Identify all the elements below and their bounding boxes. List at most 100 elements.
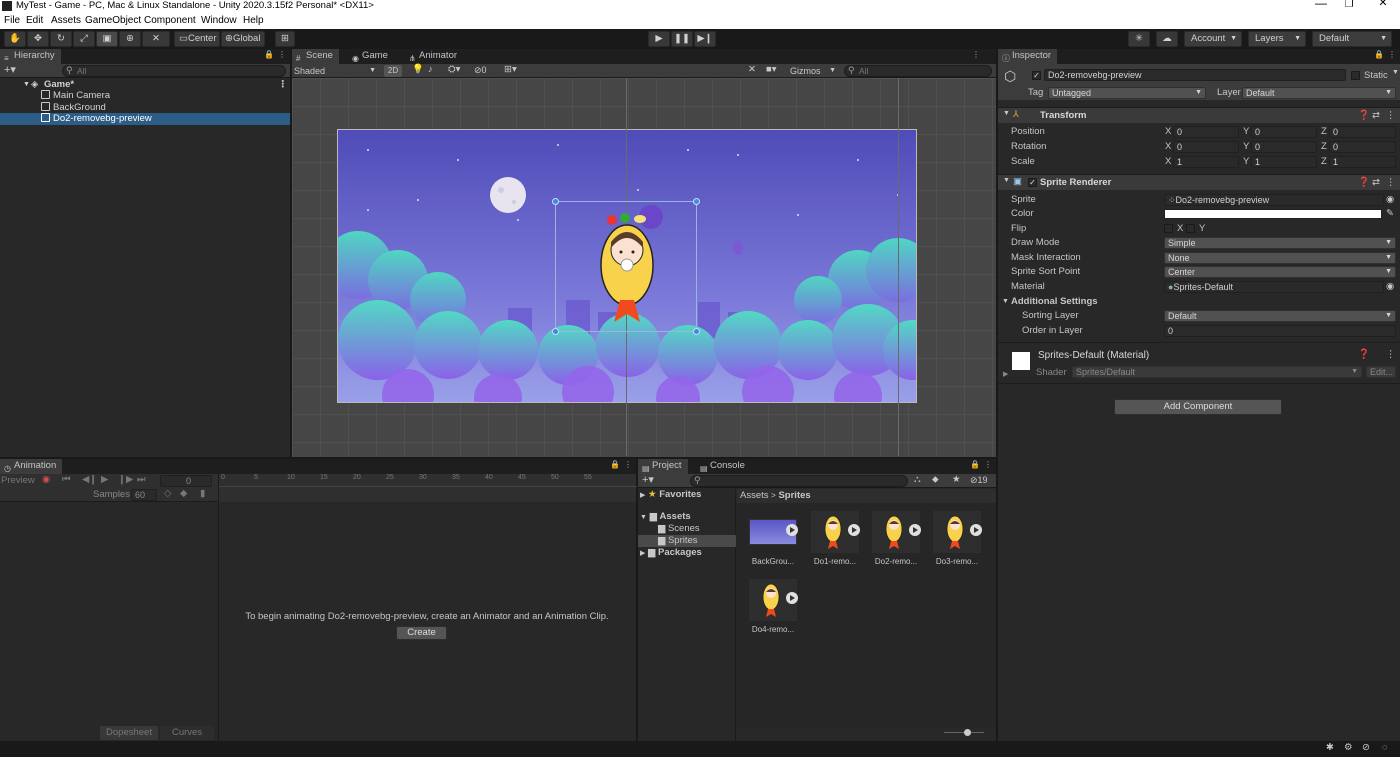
- tab-animator[interactable]: ⋔ Animator: [405, 49, 463, 64]
- record-icon[interactable]: ◉: [42, 474, 50, 485]
- sprite-field[interactable]: ⁘Do2-removebg-preview: [1164, 194, 1384, 206]
- menu-component[interactable]: Component: [144, 15, 196, 26]
- frame-field[interactable]: 0: [160, 475, 212, 487]
- asset-item[interactable]: Do1-remo...: [807, 511, 863, 575]
- menu-gameobject[interactable]: GameObject: [85, 15, 141, 26]
- tab-project[interactable]: ▤ Project: [638, 459, 688, 474]
- add-plus-icon[interactable]: +▾: [4, 64, 16, 76]
- pivot-space-button[interactable]: ⊕Global: [221, 31, 265, 47]
- tab-hierarchy[interactable]: ≡ Hierarchy: [0, 49, 61, 64]
- expand-play-icon[interactable]: [909, 524, 921, 536]
- audio-icon[interactable]: ♪: [428, 64, 433, 75]
- hidden-objects-icon[interactable]: ⊘0: [474, 65, 487, 76]
- expand-play-icon[interactable]: [786, 524, 798, 536]
- snap-grid-icon[interactable]: ⊞: [275, 31, 295, 47]
- project-search-input[interactable]: ⚲: [690, 475, 908, 487]
- progress-icon[interactable]: ◌: [1382, 742, 1388, 753]
- object-picker-icon[interactable]: ◉: [1386, 280, 1394, 294]
- scale-z-field[interactable]: 1: [1329, 156, 1396, 168]
- kebab-menu-icon[interactable]: ⋮: [1386, 349, 1396, 360]
- eyedropper-icon[interactable]: ✎: [1386, 207, 1394, 221]
- resize-handle[interactable]: [693, 198, 700, 205]
- breadcrumb-sprites[interactable]: Sprites: [778, 490, 810, 501]
- custom-tool-icon[interactable]: ✕: [142, 31, 170, 47]
- sorting-layer-dropdown[interactable]: Default ▼: [1164, 310, 1396, 322]
- expand-play-icon[interactable]: [970, 524, 982, 536]
- order-in-layer-field[interactable]: 0: [1164, 325, 1396, 337]
- draw-mode-dropdown[interactable]: Simple ▼: [1164, 237, 1396, 249]
- cloud-icon[interactable]: ☁: [1156, 31, 1178, 47]
- scale-tool-icon[interactable]: ⤢: [73, 31, 95, 47]
- bug-icon[interactable]: ✱: [1326, 742, 1334, 753]
- menu-edit[interactable]: Edit: [26, 15, 43, 26]
- next-key-icon[interactable]: ❙▶: [118, 474, 133, 485]
- settings-icon[interactable]: ⚙: [1344, 742, 1353, 753]
- grid-toggle-icon[interactable]: ⊞▾: [504, 64, 517, 75]
- scale-y-field[interactable]: 1: [1251, 156, 1317, 168]
- menu-file[interactable]: File: [4, 15, 20, 26]
- camera-icon[interactable]: ■▾: [766, 64, 777, 75]
- favorite-star-icon[interactable]: ★: [952, 474, 961, 485]
- rotation-x-field[interactable]: 0: [1173, 141, 1239, 153]
- collab-icon[interactable]: ✳: [1128, 31, 1150, 47]
- layers-dropdown[interactable]: Layers ▼: [1248, 31, 1306, 47]
- lighting-icon[interactable]: 💡: [412, 64, 424, 75]
- expand-play-icon[interactable]: [786, 592, 798, 604]
- kebab-menu-icon[interactable]: ⋮: [278, 50, 286, 59]
- maximize-button[interactable]: ❐: [1334, 0, 1364, 10]
- scene-viewport[interactable]: [292, 78, 996, 457]
- shader-edit-button[interactable]: Edit...: [1366, 366, 1396, 378]
- tab-scene[interactable]: # Scene: [292, 49, 339, 64]
- hierarchy-item-do2[interactable]: Do2-removebg-preview: [0, 113, 290, 125]
- filter-type-icon[interactable]: ⛬: [914, 474, 921, 485]
- help-icon[interactable]: ❓: [1358, 349, 1370, 360]
- tree-assets[interactable]: ▼ ▆ Assets: [640, 511, 691, 523]
- step-button[interactable]: ▶❙: [694, 31, 716, 47]
- sort-point-dropdown[interactable]: Center ▼: [1164, 266, 1396, 278]
- tree-packages[interactable]: ▶ ▆ Packages: [640, 547, 702, 559]
- resize-handle[interactable]: [552, 198, 559, 205]
- tab-game[interactable]: ◉ Game: [348, 49, 394, 64]
- gizmos-dropdown[interactable]: Gizmos ▼: [790, 65, 836, 77]
- tree-scenes[interactable]: ▆ Scenes: [658, 523, 700, 535]
- lock-icon[interactable]: 🔒: [264, 50, 274, 59]
- samples-field[interactable]: 60: [131, 489, 157, 501]
- transform-header[interactable]: ▼ ⅄ Transform ❓ ⇄ ⋮: [998, 107, 1400, 123]
- active-checkbox[interactable]: ✓: [1032, 71, 1041, 80]
- menu-help[interactable]: Help: [243, 15, 264, 26]
- help-icon[interactable]: ❓: [1358, 110, 1370, 121]
- event-marker-icon[interactable]: ▮: [200, 488, 205, 499]
- lock-icon[interactable]: 🔒: [610, 460, 620, 469]
- lock-icon[interactable]: 🔒: [970, 460, 980, 469]
- asset-item[interactable]: Do3-remo...: [929, 511, 985, 575]
- sprite-renderer-header[interactable]: ▼ ▣ ✓ Sprite Renderer ❓ ⇄ ⋮: [998, 174, 1400, 190]
- prev-key-icon[interactable]: ◀❙: [82, 474, 97, 485]
- rect-tool-icon[interactable]: ▣: [96, 31, 118, 47]
- dopesheet-tab[interactable]: Dopesheet: [100, 726, 158, 740]
- create-clip-button[interactable]: Create: [396, 626, 447, 640]
- material-field[interactable]: ●Sprites-Default: [1164, 281, 1384, 293]
- account-dropdown[interactable]: Account ▼: [1184, 31, 1242, 47]
- tab-inspector[interactable]: ⓘ Inspector: [998, 49, 1058, 64]
- breadcrumb-assets[interactable]: Assets: [740, 490, 769, 501]
- asset-item[interactable]: Do2-remo...: [868, 511, 924, 575]
- hidden-packages-icon[interactable]: ⊘19: [970, 475, 988, 486]
- flip-x-checkbox[interactable]: [1164, 224, 1173, 233]
- object-picker-icon[interactable]: ◉: [1386, 193, 1394, 207]
- move-tool-icon[interactable]: ✥: [27, 31, 49, 47]
- resize-handle[interactable]: [693, 328, 700, 335]
- asset-item[interactable]: Do4-remo...: [745, 579, 801, 643]
- object-name-field[interactable]: Do2-removebg-preview: [1044, 69, 1346, 81]
- shader-dropdown[interactable]: Sprites/Default ▼: [1072, 366, 1362, 378]
- resize-handle[interactable]: [552, 328, 559, 335]
- transform-tool-icon[interactable]: ⊕: [119, 31, 141, 47]
- pause-button[interactable]: ❚❚: [671, 31, 693, 47]
- hierarchy-search-input[interactable]: ⚲ All: [62, 65, 286, 77]
- help-icon[interactable]: ❓: [1358, 177, 1370, 188]
- tree-favorites[interactable]: ▶ ★ Favorites: [640, 489, 701, 501]
- play-icon[interactable]: ▶: [101, 474, 108, 485]
- kebab-menu-icon[interactable]: ⋮: [1386, 177, 1396, 188]
- lock-icon[interactable]: 🔒: [1374, 50, 1384, 59]
- play-button[interactable]: ▶: [648, 31, 670, 47]
- kebab-menu-icon[interactable]: ⋮: [972, 50, 980, 59]
